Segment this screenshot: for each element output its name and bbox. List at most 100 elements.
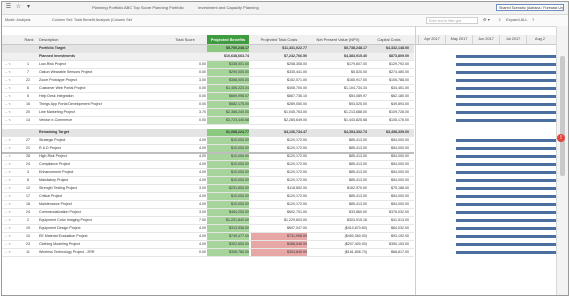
timeline-bar[interactable]	[456, 243, 557, 246]
alert-badge-icon[interactable]: !	[557, 134, 565, 142]
expand-all-button[interactable]: Expand ALL	[506, 17, 528, 22]
filter-input[interactable]: Enter text to filter grid	[426, 17, 478, 24]
timeline-bar[interactable]	[456, 119, 557, 122]
star-icon[interactable]: ☆	[15, 4, 22, 11]
scenario-selector[interactable]: Shared Scenario (Adriana / Forecast Univ…	[496, 4, 564, 11]
timeline-bar[interactable]	[456, 103, 557, 106]
row-actions-icon[interactable]: ⌄ ✎	[5, 209, 21, 216]
timeline-bar[interactable]	[456, 235, 557, 238]
timeline-bar[interactable]	[456, 55, 557, 58]
row-actions-icon[interactable]: ⌄ ✎	[5, 101, 21, 108]
row-actions-icon[interactable]: ⌄ ✎	[5, 241, 21, 248]
row-actions-icon[interactable]: ⌄ ✎	[5, 169, 21, 176]
table-row[interactable]: ⌄ ✎ 28 High-Risk Project 4.00 $10,000.00 $120…	[2, 153, 414, 161]
breadcrumb-item[interactable]: Investment and Capacity Planning	[198, 5, 259, 10]
table-row[interactable]: ⌄ ✎ 1 Low-Risk Project 0.00 $338,001.00 $258,…	[2, 61, 414, 69]
table-row[interactable]: ⌄ ✎ 24 Compliance Project 4.00 $10,000.00 $12…	[2, 161, 414, 169]
table-row[interactable]: ⌄ ✎ 7 Oakun Wearable Sensors Project 0.00 $2…	[2, 69, 414, 77]
table-row[interactable]: ⌄ ✎ 2 Equipment Color Imaging Project 7.00 $…	[2, 217, 414, 225]
help-icon[interactable]: ?	[532, 17, 534, 22]
timeline-bar[interactable]	[456, 79, 557, 82]
timeline-bar[interactable]	[456, 147, 557, 150]
chevron-down-icon[interactable]: ▾	[25, 4, 32, 11]
timeline-bar[interactable]	[456, 95, 557, 98]
table-row[interactable]: ⌄ ✎ 22 Zoom Prototype Project 3.00 $358,000.…	[2, 77, 414, 85]
table-row[interactable]: ⌄ ✎ 23 Clothing Modeling Project 4.00 $302,6…	[2, 241, 414, 249]
timeline-bar[interactable]	[456, 111, 557, 114]
mode-selector[interactable]: Mode: Analysis	[5, 18, 31, 22]
col-header-rank[interactable]: Rank	[22, 35, 36, 44]
table-row[interactable]: ⌄ ✎ 6 Customer Web Portal Project 0.00 $1,45…	[2, 85, 414, 93]
row-actions-icon[interactable]: ⌄ ✎	[5, 137, 21, 144]
row-actions-icon[interactable]: ⌄ ✎	[5, 233, 21, 240]
table-row[interactable]: ⌄ ✎ 27 Strategic Project 4.00 $10,000.00 $120…	[2, 137, 414, 145]
row-actions-icon[interactable]: ⌄ ✎	[5, 177, 21, 184]
row-actions-icon[interactable]: ⌄ ✎	[5, 217, 21, 224]
scrollbar-thumb[interactable]	[560, 56, 565, 176]
row-actions-icon[interactable]: ⌄ ✎	[5, 193, 21, 200]
column-set-selector[interactable]: Column Set: Total Benefit Analysis (Colu…	[52, 18, 132, 22]
table-row[interactable]: ⌄ ✎ 10 EE Material Evaluation Project 4.00 $…	[2, 233, 414, 241]
table-row[interactable]: ⌄ ✎ 24 Commercialization Project 3.00 $464,2…	[2, 209, 414, 217]
row-actions-icon[interactable]: ⌄ ✎	[5, 93, 21, 100]
col-header-projected-total-costs[interactable]: Projected Total Costs	[251, 35, 307, 44]
timeline-bar[interactable]	[456, 155, 557, 158]
timeline-bar[interactable]	[456, 71, 557, 74]
row-actions-icon[interactable]: ⌄ ✎	[5, 185, 21, 192]
row-actions-icon[interactable]: ⌄ ✎	[5, 161, 21, 168]
menu-icon[interactable]: ☰	[5, 4, 12, 11]
table-row[interactable]: ⌄ ✎ 16 Things App Portal Development Proje…	[2, 101, 414, 109]
table-row[interactable]: ⌄ ✎ 11 Wireless Technology Project - 2RR 0.…	[2, 249, 414, 257]
row-actions-icon[interactable]: ⌄ ✎	[5, 201, 21, 208]
table-row[interactable]: ⌄ ✎ 14 Vendor e-Commerce 0.00 $3,723,445.68 $…	[2, 117, 414, 125]
table-row[interactable]: ⌄ ✎ 12 Strength Testing Project 3.00 $231,60…	[2, 185, 414, 193]
timeline-bar[interactable]	[456, 227, 557, 230]
breadcrumb-item[interactable]: ABC Top Score Planning Portfolio	[124, 5, 184, 10]
settings-icon[interactable]: ⚙ ▾	[483, 17, 490, 22]
row-actions-icon[interactable]: ⌄ ✎	[5, 77, 21, 84]
row-actions-icon[interactable]: ⌄ ✎	[5, 145, 21, 152]
table-row[interactable]: ⌄ ✎ 17 Critical Project 4.00 $10,000.00 $120,…	[2, 193, 414, 201]
vertical-scrollbar[interactable]	[556, 26, 568, 295]
col-header-description[interactable]: Description	[39, 35, 99, 44]
breadcrumb-item[interactable]: Planning Portfolio	[92, 5, 123, 10]
table-row[interactable]: ⌄ ✎ 19 Equipment Design Project 4.00 $313,93…	[2, 225, 414, 233]
col-header-npv[interactable]: Net Present Value (NPV)	[309, 35, 367, 44]
col-header-capital-costs[interactable]: Capital Costs	[369, 35, 409, 44]
row-actions-icon[interactable]: ⌄ ✎	[5, 225, 21, 232]
group-row[interactable]: Planned Investments $10,638,663.74 $7,242,…	[2, 53, 414, 61]
timeline-bar[interactable]	[456, 187, 557, 190]
row-actions-icon[interactable]: ⌄ ✎	[5, 153, 21, 160]
timeline-bar[interactable]	[456, 203, 557, 206]
table-row[interactable]: ⌄ ✎ 20 Line Marketing Project 3.70 $2,368,24…	[2, 109, 414, 117]
section-row[interactable]: Portfolio Target $5,700,248.17 $11,431,022…	[2, 45, 414, 53]
timeline-bar[interactable]	[456, 195, 557, 198]
row-actions-icon[interactable]: ⌄ ✎	[5, 85, 21, 92]
table-row[interactable]: ⌄ ✎ 8 Mandatory Project 4.00 $10,000.00 $120,…	[2, 177, 414, 185]
table-row[interactable]: ⌄ ✎ 3 Enhancement Project 4.00 $10,000.00 $12…	[2, 169, 414, 177]
projected-total-costs-cell: $120,172.00	[287, 194, 307, 198]
table-row[interactable]: ⌄ ✎ 18 Maintenance Project 4.00 $10,000.00 $1…	[2, 201, 414, 209]
col-header-score[interactable]: Total Score	[164, 35, 206, 44]
row-actions-icon[interactable]: ⌄ ✎	[5, 109, 21, 116]
timeline-bar[interactable]	[456, 219, 557, 222]
row-actions-icon[interactable]: ⌄ ✎	[5, 69, 21, 76]
row-actions-icon[interactable]: ⌄ ✎	[5, 61, 21, 68]
row-actions-icon[interactable]: ⌄ ✎	[5, 249, 21, 256]
timeline-bar[interactable]	[456, 179, 557, 182]
table-row[interactable]: ⌄ ✎ 5 Help Desk Integration 0.00 $669,998.07…	[2, 93, 414, 101]
timeline-bar[interactable]	[456, 139, 557, 142]
capital-costs-cell: $105,176.00	[389, 118, 409, 122]
timeline-bar[interactable]	[456, 63, 557, 66]
description-cell: Help Desk Integration	[39, 94, 74, 98]
export-icon[interactable]: ⇩	[498, 17, 501, 22]
col-header-projected-benefits[interactable]: Projected Benefits	[207, 35, 249, 44]
section-row[interactable]: Remaining Target $1,088,224.77 $4,136,734.…	[2, 129, 414, 137]
timeline-bar[interactable]	[456, 163, 557, 166]
timeline-bar[interactable]	[456, 171, 557, 174]
timeline-bar[interactable]	[456, 251, 557, 254]
timeline-bar[interactable]	[456, 87, 557, 90]
timeline-bar[interactable]	[456, 211, 557, 214]
projected-total-costs-cell: $120,172.00	[287, 162, 307, 166]
row-actions-icon[interactable]: ⌄ ✎	[5, 117, 21, 124]
